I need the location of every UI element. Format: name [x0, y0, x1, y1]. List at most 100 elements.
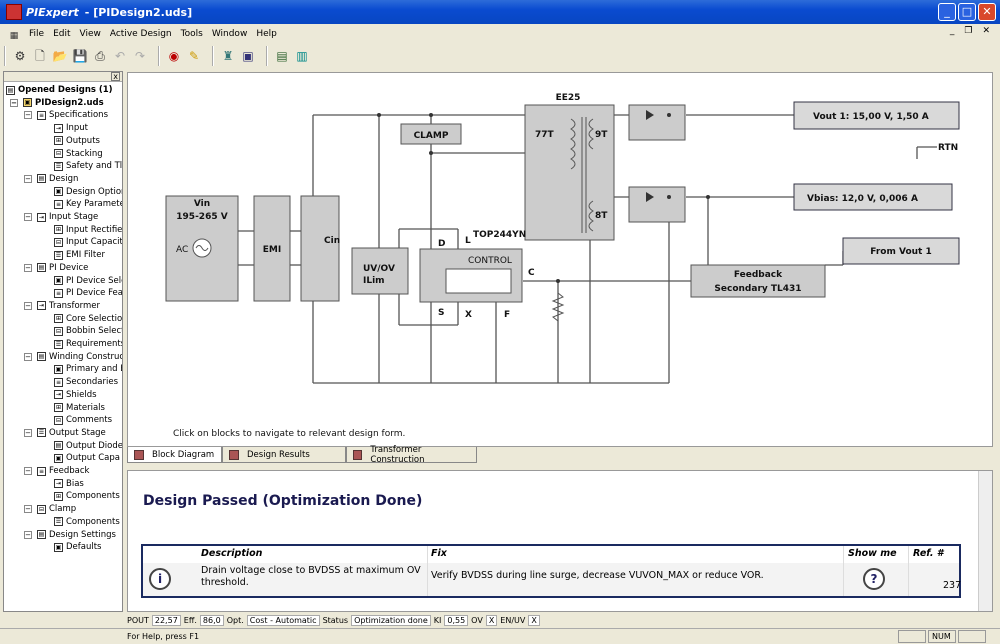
- feedback-label: Feedback: [734, 270, 783, 280]
- collapse-icon[interactable]: −: [10, 98, 18, 107]
- tree-item[interactable]: ⊟ Bobbin Select: [54, 325, 123, 337]
- optimize-icon[interactable]: ◉: [166, 48, 182, 64]
- tree-item-label: PI Device Sele: [66, 275, 123, 286]
- tree-item[interactable]: − ▣ PIDesign2.uds: [10, 97, 104, 109]
- redo-icon[interactable]: ↷: [132, 48, 148, 64]
- mdi-close-button[interactable]: ✕: [982, 26, 990, 36]
- collapse-icon[interactable]: −: [24, 301, 32, 310]
- new-icon[interactable]: 🗋: [32, 48, 48, 64]
- tab-transformer-construction[interactable]: Transformer Construction: [346, 445, 477, 465]
- tree-item[interactable]: ▤ Opened Designs (1): [6, 84, 113, 96]
- tree-item[interactable]: − ⇥ Transformer: [24, 300, 100, 312]
- device-icon[interactable]: ♜: [220, 48, 236, 64]
- tree-item-label: Bobbin Select: [66, 326, 123, 337]
- transformer-icon[interactable]: ▥: [294, 48, 310, 64]
- tree-item[interactable]: ▤ Output Diode: [54, 440, 122, 452]
- tab-block-diagram[interactable]: Block Diagram: [127, 447, 222, 463]
- tree-item[interactable]: ⇥ Input: [54, 122, 88, 134]
- tree-item[interactable]: ⊟ Comments: [54, 414, 112, 426]
- print-icon[interactable]: ⎙: [92, 48, 108, 64]
- mdi-restore-button[interactable]: ❐: [964, 26, 972, 36]
- analyze-icon[interactable]: ✎: [186, 48, 202, 64]
- open-icon[interactable]: 📂: [52, 48, 68, 64]
- bias-rectifier-block[interactable]: [628, 186, 686, 223]
- num-lock-indicator: NUM: [928, 630, 956, 643]
- collapse-icon[interactable]: −: [24, 505, 32, 514]
- tree-item[interactable]: − ⇥ Input Stage: [24, 211, 98, 223]
- tree-item[interactable]: ⇥ Bias: [54, 478, 84, 490]
- tree-item[interactable]: − ▤ Design Settings: [24, 529, 116, 541]
- minimize-button[interactable]: _: [938, 3, 956, 21]
- show-me-help-icon[interactable]: ?: [863, 568, 885, 590]
- tree-item[interactable]: − ▤ PI Device: [24, 262, 88, 274]
- tree-item[interactable]: ⊟ Input Capacit: [54, 236, 122, 248]
- tree-item[interactable]: − ≡ Feedback: [24, 465, 89, 477]
- tree-item[interactable]: ▣ PI Device Sele: [54, 275, 123, 287]
- tree-item-label: Output Capa: [66, 453, 120, 464]
- collapse-icon[interactable]: −: [24, 352, 32, 361]
- tree-node-icon: ⊞: [54, 491, 63, 501]
- results-scrollbar[interactable]: [978, 471, 992, 611]
- export-icon[interactable]: ▣: [240, 48, 256, 64]
- menu-tools[interactable]: Tools: [181, 29, 203, 39]
- collapse-icon[interactable]: −: [24, 263, 32, 272]
- collapse-icon[interactable]: −: [24, 213, 32, 221]
- tree-item-label: Components: [66, 491, 120, 502]
- tree-item[interactable]: − ☰ Output Stage: [24, 427, 106, 439]
- tab-design-results[interactable]: Design Results: [222, 447, 346, 463]
- menu-window[interactable]: Window: [212, 29, 248, 39]
- tree-item-label: EMI Filter: [66, 250, 105, 261]
- panel-close-button[interactable]: x: [111, 72, 120, 81]
- tree-item[interactable]: ⊞ Input Rectifie: [54, 224, 122, 236]
- tree-item[interactable]: ☰ Components: [54, 516, 120, 528]
- from-vout-label: From Vout 1: [870, 247, 931, 257]
- tree-item[interactable]: ▣ Primary and E: [54, 363, 122, 375]
- info-icon: i: [149, 568, 171, 590]
- tree-item[interactable]: ▣ Defaults: [54, 541, 102, 553]
- tree-item[interactable]: ⊞ Core Selectio: [54, 313, 122, 325]
- collapse-icon[interactable]: −: [24, 428, 32, 437]
- toolbar: ⚙ 🗋 📂 💾 ⎙ ↶ ↷ ◉ ✎ ♜ ▣ ▤ ▥: [4, 44, 316, 68]
- tree-item[interactable]: ≡ PI Device Fea: [54, 287, 122, 299]
- collapse-icon[interactable]: −: [24, 111, 32, 120]
- tree-item[interactable]: − ≡ Specifications: [24, 109, 108, 121]
- tree-item[interactable]: ☰ EMI Filter: [54, 249, 105, 261]
- tree-item[interactable]: ☰ Requirements: [54, 338, 122, 350]
- tree-item[interactable]: ≡ Secondaries: [54, 376, 118, 388]
- maximize-button[interactable]: □: [958, 3, 976, 21]
- tree-item[interactable]: ☰ Safety and Tl: [54, 160, 122, 172]
- menu-file[interactable]: File: [29, 29, 44, 39]
- tree-item[interactable]: ⇥ Shields: [54, 389, 97, 401]
- output1-rectifier-block[interactable]: [628, 104, 686, 141]
- report-icon[interactable]: ▤: [274, 48, 290, 64]
- transformer-tab-icon: [353, 449, 363, 460]
- tree-item[interactable]: ⊞ Components: [54, 490, 120, 502]
- tree-node-icon: ≡: [37, 110, 46, 120]
- collapse-icon[interactable]: −: [24, 530, 32, 539]
- tree-item[interactable]: ≡ Key Paramete: [54, 198, 122, 210]
- undo-icon[interactable]: ↶: [112, 48, 128, 64]
- menu-help[interactable]: Help: [256, 29, 277, 39]
- tree-item[interactable]: − ▤ Design: [24, 173, 78, 185]
- collapse-icon[interactable]: −: [24, 174, 32, 183]
- menu-view[interactable]: View: [80, 29, 101, 39]
- tree-item[interactable]: ▣ Design Optior: [54, 186, 122, 198]
- collapse-icon[interactable]: −: [24, 467, 32, 475]
- mdi-minimize-button[interactable]: _: [950, 26, 955, 36]
- save-icon[interactable]: 💾: [72, 48, 88, 64]
- cin-block[interactable]: [300, 195, 340, 302]
- tree-item[interactable]: ▣ Output Capa: [54, 452, 120, 464]
- tree-item[interactable]: ⊞ Outputs: [54, 135, 100, 147]
- tree-node-icon: ⇥: [54, 390, 63, 400]
- tree-item[interactable]: ⊞ Materials: [54, 402, 105, 414]
- tree-item-label: Shields: [66, 389, 97, 400]
- close-button[interactable]: ✕: [978, 3, 996, 21]
- menu-active-design[interactable]: Active Design: [110, 29, 172, 39]
- wizard-icon[interactable]: ⚙: [12, 48, 28, 64]
- tree-node-icon: ⊞: [54, 225, 63, 235]
- tree-item[interactable]: ⊟ Stacking: [54, 148, 103, 160]
- row-description: Drain voltage close to BVDSS at maximum …: [201, 565, 421, 588]
- menu-edit[interactable]: Edit: [53, 29, 70, 39]
- tree-item[interactable]: − ⊟ Clamp: [24, 503, 76, 515]
- tree-item[interactable]: − ▤ Winding Construc: [24, 351, 122, 363]
